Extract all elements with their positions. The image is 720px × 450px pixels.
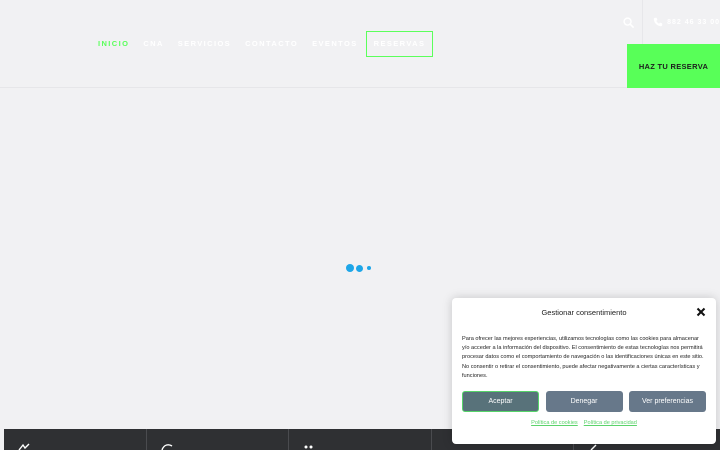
feature-cell[interactable] bbox=[289, 429, 432, 450]
nav-item-eventos[interactable]: EVENTOS bbox=[312, 40, 358, 48]
loader-dot bbox=[346, 264, 354, 272]
preferences-button[interactable]: Ver preferencias bbox=[629, 391, 706, 413]
cookie-description: Para ofrecer las mejores experiencias, u… bbox=[462, 336, 704, 379]
feature-icon bbox=[304, 445, 313, 449]
feature-icon bbox=[590, 444, 597, 450]
deny-button[interactable]: Denegar bbox=[545, 391, 623, 413]
nav-item-reservas[interactable]: RESERVAS bbox=[365, 31, 434, 57]
header-utilities: 882 46 33 00 bbox=[614, 0, 720, 44]
nav-item-cna[interactable]: CNA bbox=[143, 40, 163, 48]
phone-number: 882 46 33 00 bbox=[667, 18, 720, 26]
privacy-policy-link[interactable]: Política de privacidad bbox=[584, 420, 637, 426]
main-nav: INICIO CNA SERVICIOS CONTACTO EVENTOS RE… bbox=[98, 31, 434, 57]
cookie-actions: Aceptar Denegar Ver preferencias bbox=[462, 391, 706, 413]
close-icon[interactable] bbox=[696, 307, 706, 317]
feature-icon bbox=[160, 444, 172, 450]
loader-dot bbox=[356, 264, 363, 272]
accept-button[interactable]: Aceptar bbox=[462, 391, 539, 413]
cookie-policy-link[interactable]: Política de cookies bbox=[531, 420, 578, 426]
phone-link[interactable]: 882 46 33 00 bbox=[643, 0, 720, 44]
site-header: INICIO CNA SERVICIOS CONTACTO EVENTOS RE… bbox=[0, 0, 720, 88]
nav-item-servicios[interactable]: SERVICIOS bbox=[178, 40, 231, 48]
feature-cell[interactable] bbox=[4, 429, 147, 450]
search-button[interactable] bbox=[614, 0, 644, 44]
reserve-button[interactable]: HAZ TU RESERVA bbox=[627, 44, 720, 88]
search-icon bbox=[622, 16, 634, 28]
phone-icon bbox=[653, 17, 663, 27]
loader-dot bbox=[367, 266, 371, 270]
nav-item-inicio[interactable]: INICIO bbox=[98, 40, 129, 48]
nav-item-contacto[interactable]: CONTACTO bbox=[245, 40, 298, 48]
feature-icon bbox=[18, 443, 30, 450]
feature-cell[interactable] bbox=[147, 429, 289, 450]
loading-indicator bbox=[346, 263, 373, 273]
cookie-title: Gestionar consentimiento bbox=[541, 308, 627, 317]
cookie-consent-dialog: Gestionar consentimiento Para ofrecer la… bbox=[452, 298, 716, 444]
cookie-links: Política de cookies Política de privacid… bbox=[462, 420, 706, 426]
page: INICIO CNA SERVICIOS CONTACTO EVENTOS RE… bbox=[0, 0, 720, 450]
